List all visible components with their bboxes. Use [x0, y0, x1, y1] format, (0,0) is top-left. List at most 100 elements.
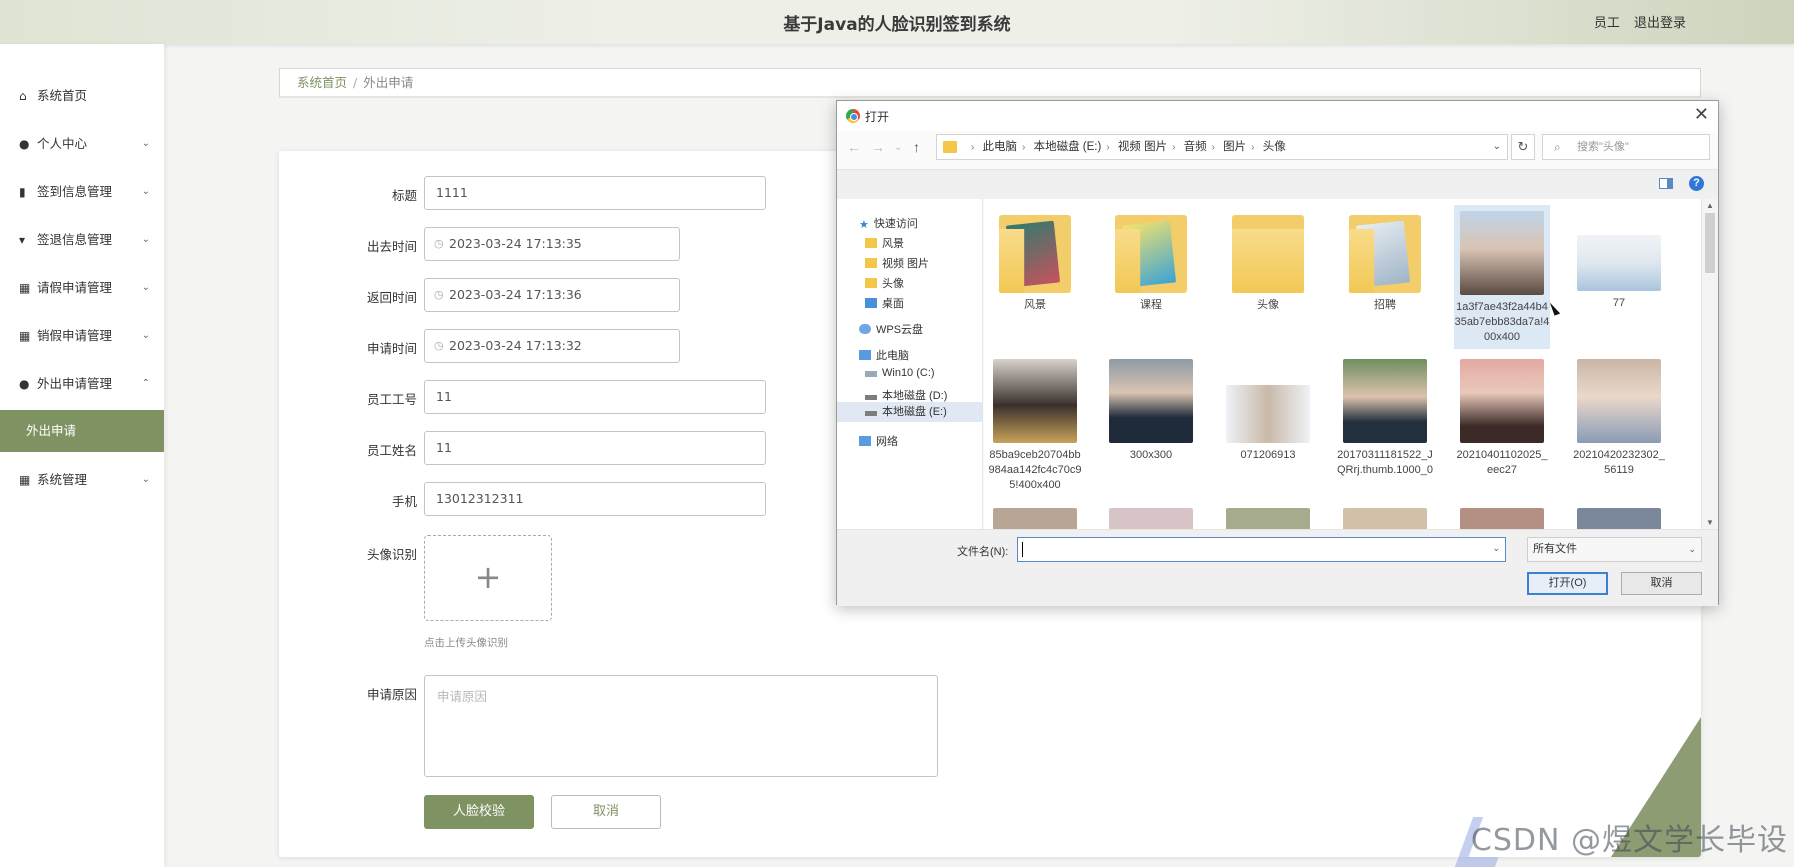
- scroll-up-icon[interactable]: ▲: [1702, 201, 1718, 210]
- nav-drive-e[interactable]: 本地磁盘 (E:): [837, 402, 982, 422]
- preview-pane-icon[interactable]: [1659, 178, 1673, 189]
- nav-desktop[interactable]: 桌面: [865, 295, 904, 311]
- image-file-item[interactable]: [987, 508, 1083, 529]
- nav-wps-cloud[interactable]: WPS云盘: [859, 321, 923, 337]
- scroll-down-icon[interactable]: ▼: [1702, 518, 1718, 527]
- chevron-down-icon[interactable]: ⌄: [1492, 543, 1500, 554]
- out-time-value: 2023-03-24 17:13:35: [449, 236, 582, 251]
- reason-textarea[interactable]: 申请原因: [424, 675, 938, 777]
- image-file-item[interactable]: [1220, 508, 1316, 529]
- sidebar-item-cancel-leave[interactable]: ▦ 销假申请管理 ⌄: [0, 312, 164, 360]
- refresh-icon: ↻: [1517, 139, 1529, 154]
- image-file-item[interactable]: 20210420232302_56119: [1571, 359, 1667, 478]
- chevron-right-icon: ›: [1022, 142, 1026, 153]
- sidebar-item-profile[interactable]: ● 个人中心 ⌄: [0, 120, 164, 168]
- sidebar-subitem-outing-apply[interactable]: 外出申请: [0, 410, 164, 452]
- image-file-item[interactable]: [1454, 508, 1550, 529]
- back-icon[interactable]: ←: [847, 139, 861, 155]
- face-verify-button[interactable]: 人脸校验: [424, 795, 534, 829]
- desktop-icon: [865, 298, 877, 308]
- sidebar-item-system[interactable]: ▦ 系统管理 ⌄: [0, 456, 164, 504]
- help-icon[interactable]: ?: [1689, 176, 1704, 191]
- nav-network[interactable]: 网络: [859, 433, 898, 449]
- path-segment[interactable]: 本地磁盘 (E:): [1034, 141, 1102, 153]
- image-file-item[interactable]: 77: [1571, 209, 1667, 311]
- close-icon[interactable]: ✕: [1694, 104, 1709, 125]
- nav-drive-c[interactable]: Win10 (C:): [865, 367, 935, 379]
- return-time-picker[interactable]: ◷ 2023-03-24 17:13:36: [424, 278, 680, 312]
- breadcrumb: 系统首页 / 外出申请: [279, 68, 1701, 98]
- open-button[interactable]: 打开(O): [1527, 572, 1608, 595]
- file-name: 20170311181522_JQRrj.thumb.1000_0: [1337, 449, 1433, 476]
- folder-item[interactable]: 招聘: [1337, 209, 1433, 313]
- search-input[interactable]: ⌕ 搜索"头像": [1542, 134, 1710, 160]
- filetype-select[interactable]: 所有文件 ⌄: [1527, 537, 1702, 562]
- nav-label: 头像: [882, 278, 904, 290]
- sidebar-item-outing[interactable]: ● 外出申请管理 ⌃: [0, 360, 164, 408]
- image-file-item[interactable]: 20170311181522_JQRrj.thumb.1000_0: [1337, 359, 1433, 478]
- image-file-item[interactable]: 85ba9ceb20704bb984aa142fc4c70c95!400x400: [987, 359, 1083, 493]
- breadcrumb-home[interactable]: 系统首页: [297, 75, 347, 90]
- dialog-cancel-button[interactable]: 取消: [1621, 572, 1702, 595]
- folder-item[interactable]: 风景: [987, 209, 1083, 313]
- out-time-picker[interactable]: ◷ 2023-03-24 17:13:35: [424, 227, 680, 261]
- image-file-item[interactable]: [1103, 508, 1199, 529]
- up-icon[interactable]: ↑: [913, 139, 920, 155]
- file-list-scrollbar[interactable]: ▲ ▼: [1701, 199, 1718, 529]
- image-thumbnail: [1460, 359, 1544, 443]
- folder-item[interactable]: 头像: [1220, 209, 1316, 313]
- image-file-item[interactable]: 071206913: [1220, 359, 1316, 463]
- folder-icon: [865, 238, 877, 248]
- nav-this-pc[interactable]: 此电脑: [859, 347, 909, 363]
- phone-label: 手机: [391, 494, 417, 509]
- sidebar-item-checkin[interactable]: ▮ 签到信息管理 ⌄: [0, 168, 164, 216]
- chevron-up-icon: ⌃: [141, 378, 150, 389]
- sidebar-item-checkout[interactable]: ▾ 签退信息管理 ⌄: [0, 216, 164, 264]
- cancel-button[interactable]: 取消: [551, 795, 661, 829]
- emp-name-input[interactable]: 11: [424, 431, 766, 465]
- scrollbar-thumb[interactable]: [1705, 213, 1715, 273]
- filename-input[interactable]: ⌄: [1017, 537, 1506, 562]
- image-file-item[interactable]: 300x300: [1103, 359, 1199, 463]
- title-input[interactable]: 1111: [424, 176, 766, 210]
- nav-folder-avatar[interactable]: 头像: [865, 275, 904, 291]
- apply-time-value: 2023-03-24 17:13:32: [449, 338, 582, 353]
- path-segment[interactable]: 此电脑: [983, 141, 1018, 153]
- forward-icon[interactable]: →: [871, 139, 885, 155]
- sidebar-menu: ⌂ 系统首页 ● 个人中心 ⌄ ▮ 签到信息管理 ⌄ ▾ 签退信息管理 ⌄ ▦ 请假申请管理 ⌄ …: [0, 72, 164, 504]
- image-file-item[interactable]: [1571, 508, 1667, 529]
- grid-icon: ▦: [19, 329, 31, 343]
- image-file-item-selected[interactable]: 1a3f7ae43f2a44b435ab7ebb83da7a!400x400: [1454, 205, 1550, 349]
- nav-label: 桌面: [882, 298, 904, 310]
- text-caret: [1022, 542, 1023, 557]
- image-thumbnail: [1109, 359, 1193, 443]
- image-file-item[interactable]: 20210401102025_eec27: [1454, 359, 1550, 478]
- nav-drive-d[interactable]: 本地磁盘 (D:): [865, 387, 947, 403]
- nav-quick-access[interactable]: ★ 快速访问: [859, 215, 918, 231]
- avatar-upload-button[interactable]: +: [424, 535, 552, 621]
- path-segment[interactable]: 图片: [1223, 141, 1246, 153]
- apply-time-picker[interactable]: ◷ 2023-03-24 17:13:32: [424, 329, 680, 363]
- sidebar-item-label: 签退信息管理: [37, 232, 113, 247]
- phone-input[interactable]: 13012312311: [424, 482, 766, 516]
- file-name: 85ba9ceb20704bb984aa142fc4c70c95!400x400: [988, 449, 1082, 491]
- path-segment[interactable]: 头像: [1263, 141, 1286, 153]
- nav-folder-video[interactable]: 视频 图片: [865, 255, 929, 271]
- folder-item[interactable]: 课程: [1103, 209, 1199, 313]
- recent-dropdown-icon[interactable]: ⌄: [894, 142, 902, 153]
- address-bar[interactable]: › 此电脑 › 本地磁盘 (E:) › 视频 图片 › 音频 › 图片 › 头像 ⌄: [936, 134, 1508, 160]
- sidebar-item-leave[interactable]: ▦ 请假申请管理 ⌄: [0, 264, 164, 312]
- logout-link[interactable]: 退出登录: [1634, 16, 1686, 31]
- path-segment[interactable]: 音频: [1184, 141, 1207, 153]
- emp-no-input[interactable]: 11: [424, 380, 766, 414]
- file-name: 风景: [1024, 299, 1046, 311]
- refresh-button[interactable]: ↻: [1511, 134, 1535, 160]
- title-label: 标题: [391, 188, 417, 203]
- sidebar-item-home[interactable]: ⌂ 系统首页: [0, 72, 164, 120]
- nav-folder-scenery[interactable]: 风景: [865, 235, 904, 251]
- image-file-item[interactable]: [1337, 508, 1433, 529]
- path-segment[interactable]: 视频 图片: [1118, 141, 1167, 153]
- upload-hint: 点击上传头像识别: [424, 637, 508, 649]
- chevron-down-icon[interactable]: ⌄: [1493, 135, 1501, 159]
- folder-icon: [1345, 215, 1425, 293]
